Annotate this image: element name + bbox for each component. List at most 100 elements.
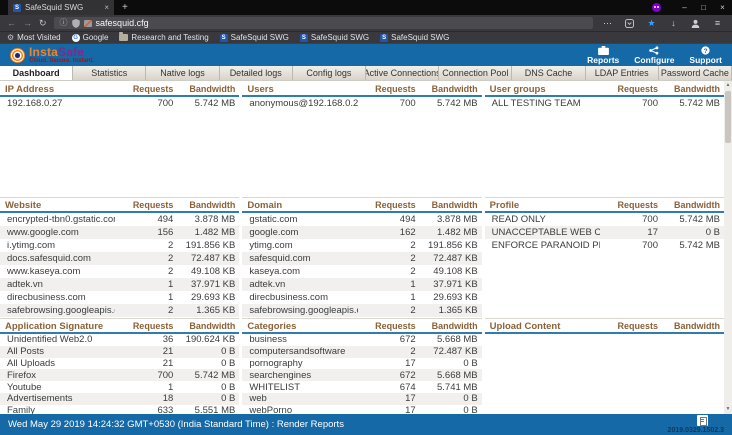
scroll-down-icon[interactable]: [724, 405, 732, 414]
tab-active-connections[interactable]: Active Connections: [366, 66, 439, 80]
column-header-bandwidth[interactable]: Bandwidth: [173, 321, 235, 331]
cell-requests: 2: [115, 305, 173, 316]
tab-native-logs[interactable]: Native logs: [146, 66, 219, 80]
bookmark-safesquid-swg[interactable]: SafeSquid SWG: [380, 33, 449, 42]
table-row: adtek.vn137.971 KB: [242, 278, 481, 291]
cell-bandwidth: 5.551 MB: [173, 405, 235, 414]
report-document-icon[interactable]: [697, 415, 708, 426]
tab-config-logs[interactable]: Config logs: [293, 66, 366, 80]
column-header-bandwidth[interactable]: Bandwidth: [416, 84, 478, 94]
tab-dashboard[interactable]: Dashboard: [0, 66, 73, 80]
panel-website: WebsiteRequestsBandwidthencrypted-tbn0.g…: [0, 197, 239, 318]
maximize-button[interactable]: [694, 3, 713, 12]
cell-name: direcbusiness.com: [0, 292, 115, 303]
cell-requests: 700: [358, 98, 416, 109]
column-header-requests[interactable]: Requests: [358, 200, 416, 210]
column-header-requests[interactable]: Requests: [600, 84, 658, 94]
cell-name: safebrowsing.googleapis.com: [0, 305, 115, 316]
downloads-icon[interactable]: [666, 19, 681, 28]
cell-name: direcbusiness.com: [242, 292, 357, 303]
url-bar[interactable]: safesquid.cfg: [54, 17, 593, 29]
column-header-bandwidth[interactable]: Bandwidth: [173, 200, 235, 210]
table-row: i.ytimg.com2191.856 KB: [0, 239, 239, 252]
column-header-requests[interactable]: Requests: [600, 200, 658, 210]
column-header-bandwidth[interactable]: Bandwidth: [416, 321, 478, 331]
cell-requests: 17: [358, 358, 416, 369]
configure-button[interactable]: Configure: [634, 46, 674, 65]
status-message: Wed May 29 2019 14:24:32 GMT+0530 (India…: [8, 419, 344, 430]
tab-detailed-logs[interactable]: Detailed logs: [220, 66, 293, 80]
forward-icon[interactable]: [23, 18, 32, 28]
cell-name: docs.safesquid.com: [0, 253, 115, 264]
cell-requests: 1: [115, 292, 173, 303]
cell-bandwidth: 0 B: [173, 393, 235, 404]
cell-bandwidth: 72.487 KB: [416, 253, 478, 264]
bookmark-label: Research and Testing: [131, 33, 208, 42]
column-header-bandwidth[interactable]: Bandwidth: [658, 200, 720, 210]
column-header-requests[interactable]: Requests: [115, 321, 173, 331]
panel-header: User groupsRequestsBandwidth: [485, 83, 724, 97]
tab-password-cache[interactable]: Password Cache: [659, 66, 732, 80]
table-row: Firefox7005.742 MB: [0, 369, 239, 381]
cell-requests: 2: [115, 253, 173, 264]
cell-bandwidth: 72.487 KB: [173, 253, 235, 264]
column-header-requests[interactable]: Requests: [115, 84, 173, 94]
column-header-requests[interactable]: Requests: [115, 200, 173, 210]
column-header-bandwidth[interactable]: Bandwidth: [416, 200, 478, 210]
cell-name: Advertisements: [0, 393, 115, 404]
bookmark-safesquid-swg[interactable]: SafeSquid SWG: [300, 33, 369, 42]
tab-ldap-entries[interactable]: LDAP Entries: [586, 66, 659, 80]
cell-bandwidth: 29.693 KB: [173, 292, 235, 303]
tracking-protection-icon[interactable]: [72, 19, 80, 28]
pocket-icon[interactable]: [622, 19, 637, 28]
column-header-bandwidth[interactable]: Bandwidth: [658, 321, 720, 331]
menu-icon[interactable]: [710, 19, 725, 28]
bookmark-most-visited[interactable]: Most Visited: [7, 33, 61, 42]
column-header-requests[interactable]: Requests: [358, 84, 416, 94]
browser-tab[interactable]: SafeSquid SWG: [8, 0, 114, 15]
cell-requests: 700: [600, 98, 658, 109]
cell-requests: 700: [115, 370, 173, 381]
tab-close-icon[interactable]: [104, 3, 109, 12]
table-row: Family6335.551 MB: [0, 405, 239, 414]
new-tab-button[interactable]: [114, 0, 136, 15]
profile-avatar-icon[interactable]: [652, 3, 661, 12]
close-button[interactable]: [713, 3, 732, 12]
tab-statistics[interactable]: Statistics: [73, 66, 146, 80]
cell-name: ALL TESTING TEAM: [485, 98, 600, 109]
cell-requests: 21: [115, 358, 173, 369]
account-icon[interactable]: [688, 19, 703, 28]
table-row: kaseya.com249.108 KB: [242, 265, 481, 278]
cell-bandwidth: 37.971 KB: [416, 279, 478, 290]
blocked-permission-icon[interactable]: [84, 20, 92, 27]
column-header-requests[interactable]: Requests: [600, 321, 658, 331]
cell-requests: 162: [358, 227, 416, 238]
support-button[interactable]: ? Support: [689, 46, 722, 65]
back-icon[interactable]: [7, 18, 16, 28]
column-header-requests[interactable]: Requests: [358, 321, 416, 331]
table-row: safesquid.com272.487 KB: [242, 252, 481, 265]
tab-connection-pool[interactable]: Connection Pool: [439, 66, 512, 80]
bookmark-star-icon[interactable]: [644, 19, 659, 28]
cell-name: webPorno: [242, 405, 357, 414]
column-header-bandwidth[interactable]: Bandwidth: [658, 84, 720, 94]
page-info-icon[interactable]: [60, 19, 68, 27]
column-header-bandwidth[interactable]: Bandwidth: [173, 84, 235, 94]
scroll-up-icon[interactable]: [724, 81, 732, 90]
table-row: All Uploads210 B: [0, 358, 239, 370]
scrollbar-thumb[interactable]: [725, 91, 731, 143]
bookmark-research-and-testing[interactable]: Research and Testing: [119, 33, 208, 42]
vertical-scrollbar[interactable]: [724, 81, 732, 414]
minimize-button[interactable]: [675, 3, 694, 12]
browser-tab-title: SafeSquid SWG: [25, 3, 100, 12]
page-actions-icon[interactable]: [600, 19, 615, 28]
bookmark-label: Most Visited: [17, 33, 60, 42]
reload-icon[interactable]: [39, 18, 47, 29]
reports-button[interactable]: Reports: [587, 46, 619, 65]
tab-dns-cache[interactable]: DNS Cache: [512, 66, 585, 80]
bookmark-safesquid-swg[interactable]: SafeSquid SWG: [220, 33, 289, 42]
cell-name: computersandsoftware: [242, 346, 357, 357]
bookmark-google[interactable]: Google: [72, 33, 109, 42]
table-row: direcbusiness.com129.693 KB: [242, 291, 481, 304]
panel-title: Upload Content: [485, 321, 600, 332]
